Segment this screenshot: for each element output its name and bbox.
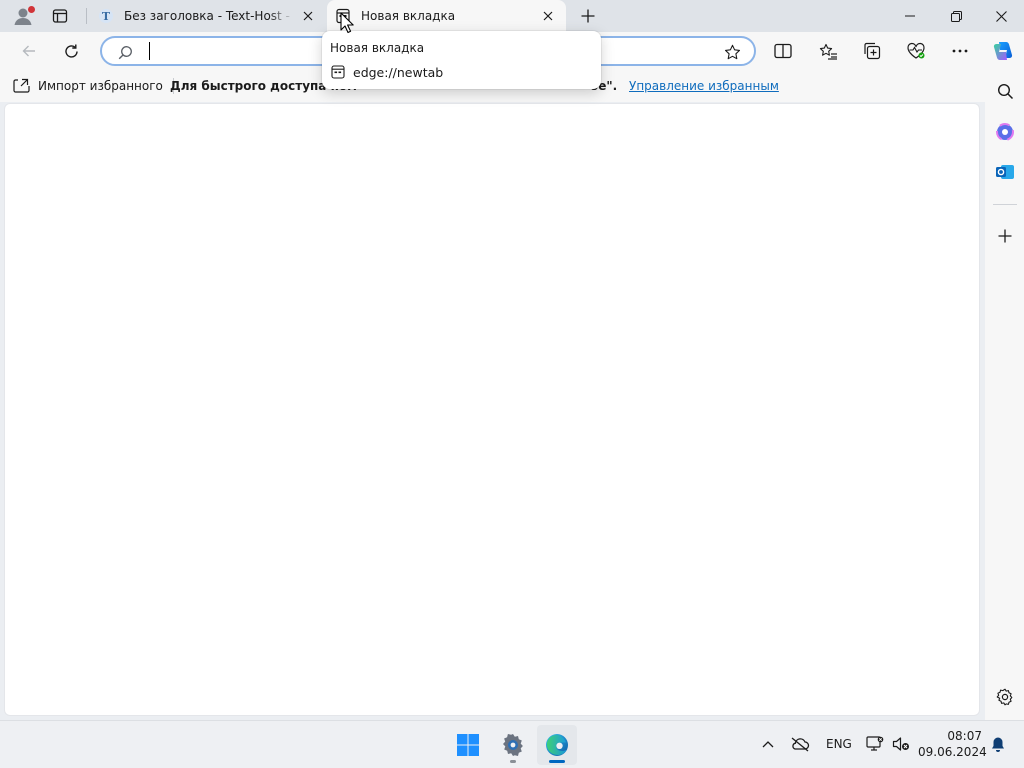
split-screen-icon (774, 43, 792, 59)
outlook-icon (995, 162, 1015, 182)
refresh-button[interactable] (56, 36, 86, 66)
sidebar-settings-button[interactable] (990, 682, 1020, 712)
tab-new-tab[interactable]: Новая вкладка (327, 0, 566, 32)
restore-icon (950, 10, 962, 22)
running-indicator (510, 760, 516, 763)
tab-actions-menu-button[interactable] (46, 4, 74, 28)
tab-separator (86, 8, 87, 24)
tab-title: Без заголовка - Text-Host - текстовый ре… (124, 9, 294, 23)
text-caret (149, 42, 150, 60)
manage-favorites-link[interactable]: Управление избранным (629, 79, 779, 93)
edge-icon (544, 732, 570, 758)
import-icon (12, 77, 30, 95)
back-arrow-icon (21, 43, 37, 59)
clock[interactable]: 08:07 09.06.2024 (918, 728, 987, 760)
text-host-icon: T (98, 8, 114, 24)
close-icon (995, 10, 1007, 22)
copilot-app-icon (995, 122, 1015, 142)
settings-icon (500, 732, 526, 758)
restore-button[interactable] (933, 0, 979, 32)
settings-and-more-button[interactable] (945, 36, 975, 66)
title-bar: T Без заголовка - Text-Host - текстовый … (0, 0, 1024, 32)
sidebar-add-button[interactable] (990, 221, 1020, 251)
close-tab-icon[interactable] (538, 6, 558, 26)
more-horizontal-icon (952, 49, 968, 53)
chevron-up-icon (762, 740, 774, 748)
copilot-icon (991, 39, 1015, 63)
clock-date: 09.06.2024 (918, 745, 987, 759)
favorites-button[interactable] (813, 36, 843, 66)
refresh-icon (63, 43, 80, 60)
input-language-indicator[interactable]: ENG (826, 737, 852, 751)
speaker-muted-icon (892, 736, 910, 752)
volume-tray-button[interactable] (890, 733, 912, 755)
favorites-list-icon (819, 43, 838, 60)
copilot-button[interactable] (988, 36, 1018, 66)
close-window-button[interactable] (978, 0, 1024, 32)
sidebar-outlook-button[interactable] (990, 157, 1020, 187)
taskbar-edge-app[interactable] (537, 725, 577, 765)
tab-hover-card: Новая вкладка edge://newtab (322, 31, 601, 89)
cloud-offline-icon (790, 736, 810, 752)
network-tray-button[interactable] (864, 733, 886, 755)
import-favorites-label: Импорт избранного (38, 79, 163, 93)
plus-icon (581, 9, 595, 23)
clock-time: 08:07 (947, 729, 982, 743)
split-screen-button[interactable] (768, 36, 798, 66)
tab-text-host[interactable]: T Без заголовка - Text-Host - текстовый … (90, 0, 326, 32)
edge-sidebar (985, 70, 1024, 720)
mouse-pointer-icon (340, 12, 356, 34)
onedrive-tray-button[interactable] (789, 733, 811, 755)
plus-icon (998, 229, 1012, 243)
minimize-button[interactable] (887, 0, 933, 32)
search-icon (116, 43, 134, 61)
hover-card-title: Новая вкладка (330, 41, 425, 55)
back-button[interactable] (14, 36, 44, 66)
bell-icon (990, 736, 1006, 753)
network-disconnected-icon (866, 736, 884, 752)
gear-icon (996, 688, 1014, 706)
search-icon (997, 83, 1014, 100)
collections-icon (863, 42, 881, 60)
svg-text:T: T (102, 10, 111, 23)
active-indicator (549, 760, 565, 763)
notification-dot (28, 6, 35, 13)
taskbar-settings-app[interactable] (493, 725, 533, 765)
hover-card-url-row: edge://newtab (330, 64, 443, 80)
browser-essentials-button[interactable] (901, 36, 931, 66)
show-hidden-icons-button[interactable] (757, 733, 779, 755)
windows-taskbar: ENG 08:07 09.06.2024 (0, 720, 1024, 768)
profile-button[interactable] (8, 2, 38, 30)
page-content-area (4, 103, 980, 716)
newtab-page-icon (330, 64, 346, 80)
sidebar-copilot-app-button[interactable] (990, 117, 1020, 147)
tab-actions-icon (52, 8, 68, 24)
start-icon (456, 733, 480, 757)
add-favorite-star-icon[interactable] (722, 42, 742, 62)
start-button[interactable] (448, 725, 488, 765)
tab-title: Новая вкладка (361, 9, 456, 23)
import-favorites-button[interactable]: Импорт избранного (12, 77, 163, 95)
notifications-button[interactable] (987, 733, 1009, 755)
close-tab-icon[interactable] (298, 6, 318, 26)
new-tab-button[interactable] (574, 3, 602, 29)
hover-card-url: edge://newtab (353, 64, 444, 80)
collections-button[interactable] (857, 36, 887, 66)
sidebar-search-button[interactable] (990, 76, 1020, 106)
heart-pulse-icon (906, 42, 926, 60)
minimize-icon (905, 11, 915, 21)
sidebar-divider (993, 204, 1017, 205)
